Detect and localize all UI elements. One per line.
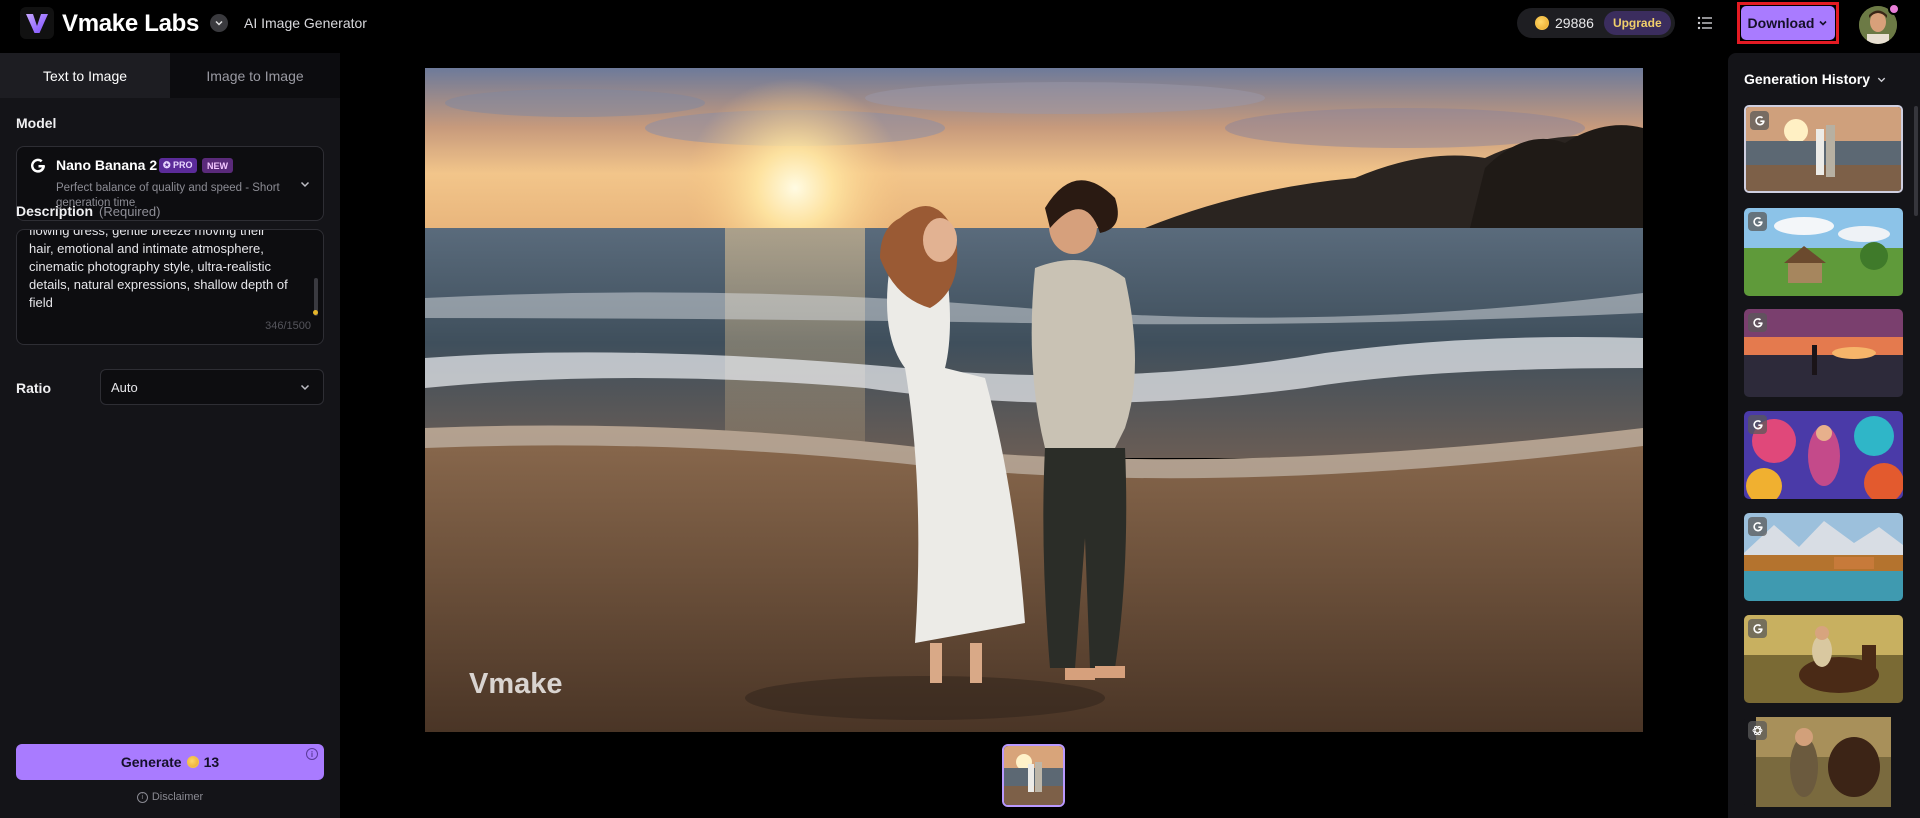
google-icon xyxy=(1748,313,1767,332)
upgrade-button[interactable]: Upgrade xyxy=(1603,11,1671,35)
info-icon: i xyxy=(136,791,148,803)
description-textarea[interactable]: flowing dress, gentle breeze moving thei… xyxy=(16,229,324,345)
ratio-label: Ratio xyxy=(16,380,51,396)
history-item[interactable] xyxy=(1744,208,1903,296)
new-badge: NEW xyxy=(202,158,233,173)
tab-image-to-image[interactable]: Image to Image xyxy=(170,53,340,98)
app-subtitle: AI Image Generator xyxy=(244,15,367,31)
notification-badge xyxy=(1888,3,1900,15)
download-label: Download xyxy=(1747,15,1815,31)
credits-pill: 29886 Upgrade xyxy=(1517,8,1675,38)
google-icon xyxy=(1748,517,1767,536)
generated-image[interactable]: Vmake xyxy=(425,68,1643,732)
description-line: field xyxy=(29,295,53,310)
vmake-watermark: Vmake xyxy=(469,668,563,700)
mode-tabs: Text to Image Image to Image xyxy=(0,53,340,98)
required-hint: (Required) xyxy=(99,204,161,219)
history-item[interactable] xyxy=(1744,717,1903,807)
generate-label: Generate xyxy=(120,754,182,770)
cottage-meadow-thumb xyxy=(1744,208,1903,296)
ratio-select[interactable]: Auto xyxy=(100,369,324,405)
description-line: hair, emotional and intimate atmosphere, xyxy=(29,241,264,256)
chevron-down-icon xyxy=(1819,20,1828,26)
sunset-silhouette-thumb xyxy=(1744,309,1903,397)
google-icon xyxy=(29,157,47,180)
pro-badge: ✪ PRO xyxy=(159,158,197,173)
woman-horse-thumb xyxy=(1744,717,1903,807)
horse-rider-thumb xyxy=(1744,615,1903,703)
chevron-down-icon xyxy=(300,384,310,391)
download-button[interactable]: Download xyxy=(1741,6,1835,40)
psychedelic-woman-thumb xyxy=(1744,411,1903,499)
google-icon xyxy=(1750,111,1769,130)
description-label-text: Description xyxy=(16,203,94,219)
beach-couple-thumb xyxy=(1746,107,1901,191)
description-label: Description (Required) xyxy=(16,203,160,219)
left-panel: Text to Image Image to Image Model Nano … xyxy=(0,53,340,818)
disclaimer-label: Disclaimer xyxy=(151,791,204,803)
coin-icon xyxy=(186,756,199,768)
brand-name[interactable]: Vmake Labs xyxy=(62,10,199,38)
image-thumbnail-selected[interactable] xyxy=(1002,744,1065,807)
history-item[interactable] xyxy=(1744,309,1903,397)
beach-couple-photo xyxy=(425,68,1643,732)
model-name: Nano Banana 2 xyxy=(56,157,158,173)
list-menu-icon[interactable] xyxy=(1696,14,1714,32)
description-text[interactable]: flowing dress, gentle breeze moving thei… xyxy=(29,229,301,312)
vmake-logo-icon[interactable] xyxy=(20,7,54,39)
history-item[interactable] xyxy=(1744,513,1903,601)
model-label: Model xyxy=(16,115,57,131)
history-item[interactable] xyxy=(1744,615,1903,703)
credits-count: 29886 xyxy=(1555,15,1594,31)
generate-button[interactable]: Generate 13 i xyxy=(16,744,324,780)
coin-icon xyxy=(1535,16,1549,30)
google-icon xyxy=(1748,212,1767,231)
char-counter: 346/1500 xyxy=(265,320,311,332)
tab-text-to-image[interactable]: Text to Image xyxy=(0,53,170,98)
google-icon xyxy=(1748,619,1767,638)
chevron-down-icon[interactable] xyxy=(210,14,228,32)
history-item[interactable] xyxy=(1744,105,1903,193)
chevron-down-icon xyxy=(1877,77,1886,82)
info-icon[interactable]: i xyxy=(306,748,318,760)
chevron-down-icon xyxy=(299,177,311,195)
history-title[interactable]: Generation History xyxy=(1744,71,1887,87)
description-line: details, natural expressions, shallow de… xyxy=(29,277,288,292)
scroll-indicator xyxy=(313,310,318,315)
disclaimer-link[interactable]: i Disclaimer xyxy=(0,791,340,803)
ratio-value: Auto xyxy=(111,379,138,395)
history-item[interactable] xyxy=(1744,411,1903,499)
history-scrollbar[interactable] xyxy=(1914,106,1918,216)
description-line: cinematic photography style, ultra-reali… xyxy=(29,259,272,274)
openai-icon xyxy=(1748,721,1767,740)
google-icon xyxy=(1748,415,1767,434)
generation-history-panel: Generation History xyxy=(1728,53,1920,818)
description-line: flowing dress, gentle breeze moving thei… xyxy=(29,229,266,238)
generate-cost: 13 xyxy=(203,754,220,770)
top-bar: Vmake Labs AI Image Generator 29886 Upgr… xyxy=(0,0,1920,46)
alpine-lake-thumb xyxy=(1744,513,1903,601)
history-title-text: Generation History xyxy=(1744,71,1871,87)
